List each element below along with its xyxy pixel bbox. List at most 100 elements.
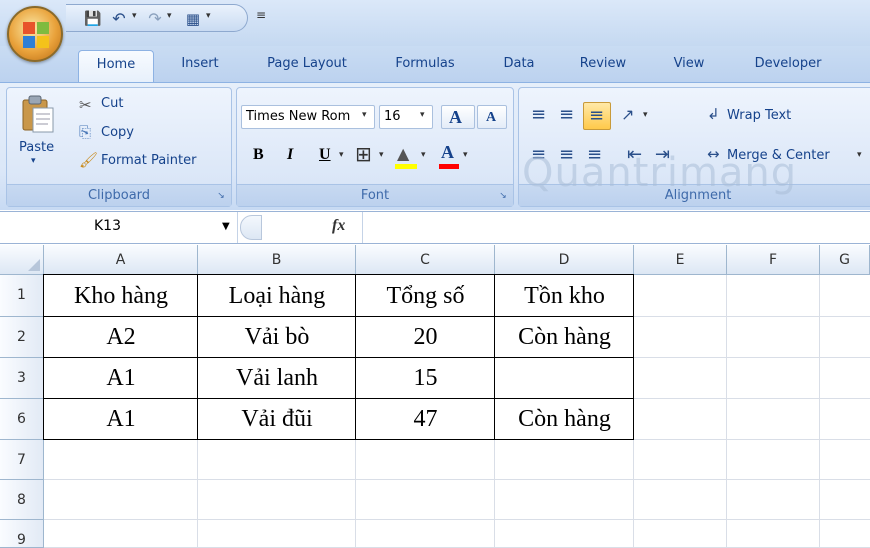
format-painter-button[interactable]: 🖌 Format Painter [79,150,229,172]
tab-review[interactable]: Review [568,46,638,82]
font-name-select[interactable]: Times New Rom ▾ [241,105,375,129]
insert-function-icon[interactable]: fx [332,217,345,235]
cell-e3[interactable] [634,360,727,399]
row-header-9[interactable]: 9 [0,520,44,548]
cell-d8[interactable] [495,482,634,520]
borders-dropdown-icon[interactable]: ▾ [379,150,384,160]
borders-icon[interactable]: ⊞ [355,142,372,166]
cell-b6[interactable]: Vải đũi [198,401,356,440]
row-header-1[interactable]: 1 [0,275,44,317]
cell-f6[interactable] [727,401,820,440]
cell-b1[interactable]: Loại hàng [198,277,356,317]
column-header-g[interactable]: G [820,245,870,275]
orientation-button[interactable]: ↗ ▾ [619,104,659,128]
column-header-b[interactable]: B [198,245,356,275]
cell-e1[interactable] [634,277,727,317]
cell-b9[interactable] [198,522,356,548]
font-color-button[interactable]: A [437,142,461,170]
office-button[interactable] [7,6,63,62]
cell-f3[interactable] [727,360,820,399]
cell-a6[interactable]: A1 [44,401,198,440]
row-header-3[interactable]: 3 [0,358,44,399]
cell-a3[interactable]: A1 [44,360,198,399]
column-header-a[interactable]: A [44,245,198,275]
redo-icon[interactable]: ↷ [146,10,164,28]
table-dropdown-icon[interactable]: ▾ [206,11,211,21]
cell-f2[interactable] [727,319,820,358]
column-header-e[interactable]: E [634,245,727,275]
cell-d7[interactable] [495,442,634,480]
cell-c9[interactable] [356,522,495,548]
column-header-d[interactable]: D [495,245,634,275]
save-icon[interactable]: 💾 [84,10,102,28]
tab-insert[interactable]: Insert [170,46,230,82]
cell-c3[interactable]: 15 [356,360,495,399]
undo-dropdown-icon[interactable]: ▾ [132,11,137,21]
cell-g9[interactable] [820,522,870,548]
cell-b2[interactable]: Vải bò [198,319,356,358]
cell-c1[interactable]: Tổng số [356,277,495,317]
cell-g7[interactable] [820,442,870,480]
cell-a7[interactable] [44,442,198,480]
cell-e8[interactable] [634,482,727,520]
align-middle-button[interactable]: ≡ [555,104,581,128]
cell-d6[interactable]: Còn hàng [495,401,634,440]
cell-g6[interactable] [820,401,870,440]
paste-button[interactable]: Paste ▾ [15,94,61,174]
tab-developer[interactable]: Developer [740,46,836,82]
paste-dropdown-icon[interactable]: ▾ [31,156,36,166]
formula-bar-grip-icon[interactable] [240,215,262,240]
row-header-7[interactable]: 7 [0,440,44,480]
grow-font-button[interactable]: A [441,105,475,129]
cell-d1[interactable]: Tồn kho [495,277,634,317]
cell-e6[interactable] [634,401,727,440]
undo-icon[interactable]: ↶ [110,10,128,28]
cell-a8[interactable] [44,482,198,520]
tab-formulas[interactable]: Formulas [380,46,470,82]
cell-b3[interactable]: Vải lanh [198,360,356,399]
cell-a2[interactable]: A2 [44,319,198,358]
italic-button[interactable]: I [287,146,293,164]
name-box-dropdown-icon[interactable]: ▼ [222,221,230,232]
wrap-text-button[interactable]: ↲ Wrap Text [707,104,817,128]
clipboard-launcher-icon[interactable]: ↘ [215,190,227,202]
cell-d2[interactable]: Còn hàng [495,319,634,358]
table-icon[interactable]: ▦ [184,10,202,28]
cell-f9[interactable] [727,522,820,548]
cell-e9[interactable] [634,522,727,548]
column-header-c[interactable]: C [356,245,495,275]
cell-c6[interactable]: 47 [356,401,495,440]
font-size-select[interactable]: 16 ▾ [379,105,433,129]
column-header-f[interactable]: F [727,245,820,275]
cell-c2[interactable]: 20 [356,319,495,358]
cell-g2[interactable] [820,319,870,358]
align-bottom-button[interactable]: ≡ [583,102,611,130]
row-header-8[interactable]: 8 [0,480,44,520]
align-top-button[interactable]: ≡ [527,104,553,128]
customize-qat-icon[interactable]: ≡ [256,8,266,22]
fill-color-dropdown-icon[interactable]: ▾ [421,150,426,160]
font-launcher-icon[interactable]: ↘ [497,190,509,202]
cell-e2[interactable] [634,319,727,358]
cell-a1[interactable]: Kho hàng [44,277,198,317]
tab-home[interactable]: Home [78,50,154,82]
copy-button[interactable]: ⎘ Copy [79,122,219,144]
cell-f1[interactable] [727,277,820,317]
tab-page-layout[interactable]: Page Layout [252,46,362,82]
underline-dropdown-icon[interactable]: ▾ [339,150,344,160]
cell-c8[interactable] [356,482,495,520]
font-color-dropdown-icon[interactable]: ▾ [463,150,468,160]
cell-f8[interactable] [727,482,820,520]
cell-f7[interactable] [727,442,820,480]
row-header-2[interactable]: 2 [0,317,44,358]
tab-view[interactable]: View [662,46,716,82]
cell-d3[interactable] [495,360,634,399]
tab-data[interactable]: Data [494,46,544,82]
cell-d9[interactable] [495,522,634,548]
cell-e7[interactable] [634,442,727,480]
bold-button[interactable]: B [253,146,264,164]
shrink-font-button[interactable]: A [477,105,507,129]
cell-b7[interactable] [198,442,356,480]
formula-input[interactable] [362,212,870,243]
cut-button[interactable]: ✂ Cut [79,94,219,116]
